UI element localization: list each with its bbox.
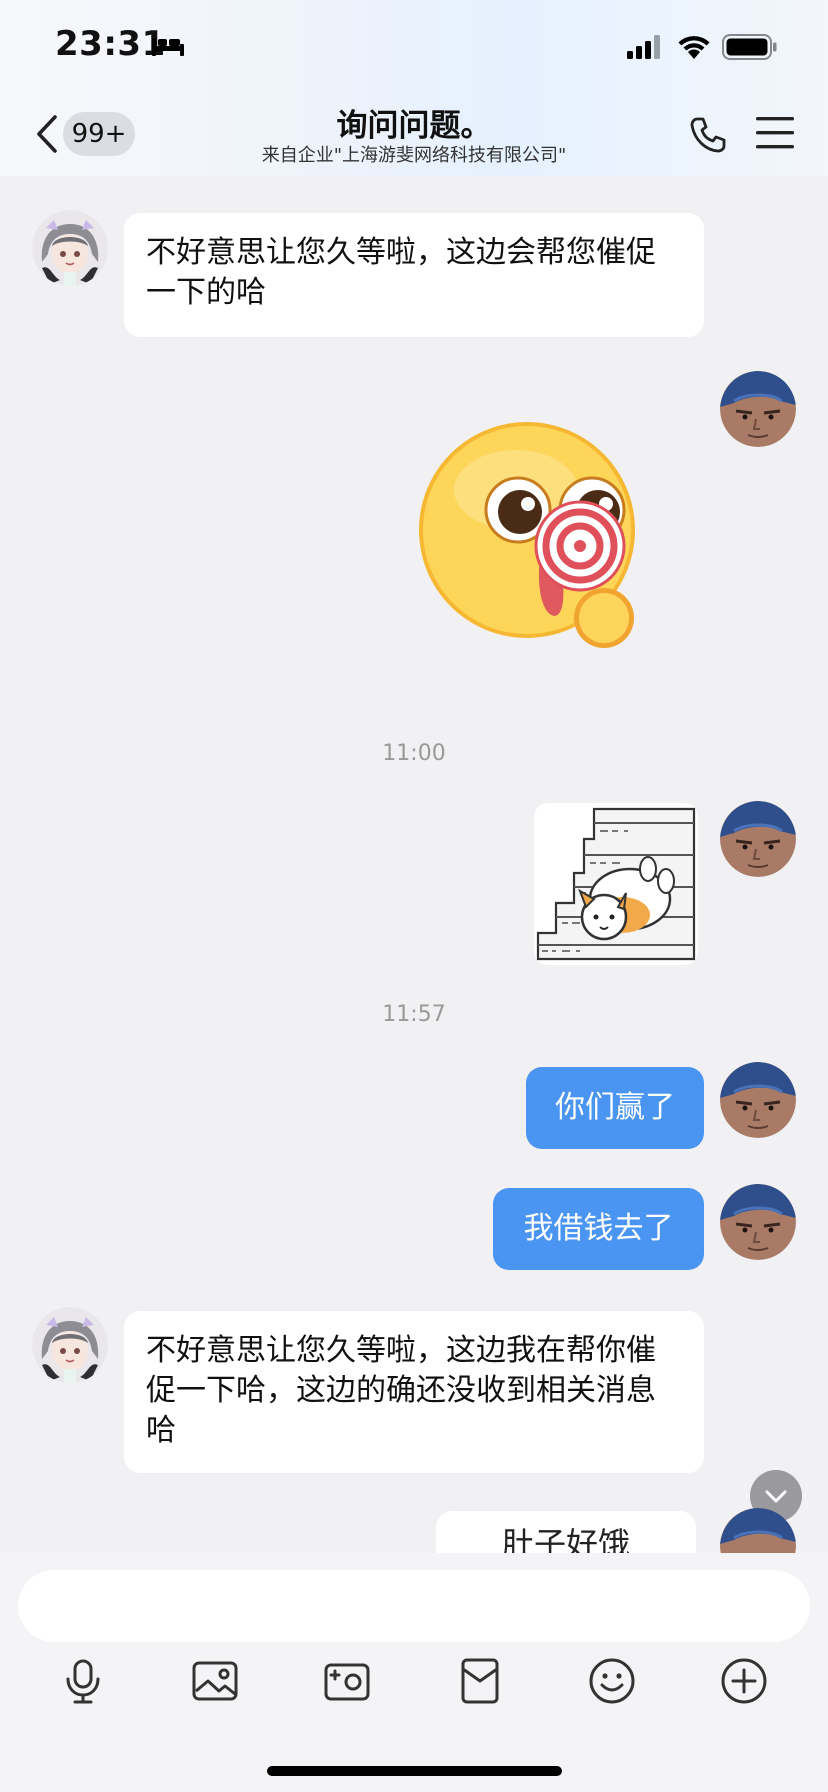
home-indicator[interactable] xyxy=(267,1766,562,1776)
timestamp: 11:57 xyxy=(382,1002,446,1027)
status-time: 23:31 xyxy=(55,24,166,64)
emoji-icon[interactable] xyxy=(586,1655,638,1707)
camera-icon[interactable] xyxy=(321,1655,373,1707)
chat-header: 23:31 99+ 询问问题。 来自企业"上海游斐网络科技有限公司" xyxy=(0,0,828,176)
red-packet-icon[interactable] xyxy=(454,1655,506,1707)
message-text: 不好意思让您久等啦，这边会帮您催促一下的哈 xyxy=(146,235,656,310)
menu-icon[interactable] xyxy=(756,116,794,150)
phone-icon[interactable] xyxy=(688,115,728,155)
message-input[interactable] xyxy=(18,1570,810,1642)
user-avatar[interactable] xyxy=(720,371,796,447)
message-text: 不好意思让您久等啦，这边我在帮你催促一下哈，这边的确还没收到相关消息哈 xyxy=(146,1333,656,1448)
user-avatar[interactable] xyxy=(720,1184,796,1260)
wifi-icon xyxy=(678,36,710,59)
message-bubble-left[interactable]: 不好意思让您久等啦，这边会帮您催促一下的哈 xyxy=(124,213,704,337)
chat-subtitle: 来自企业"上海游斐网络科技有限公司" xyxy=(261,145,567,166)
microphone-icon[interactable] xyxy=(57,1655,109,1707)
user-avatar[interactable] xyxy=(720,1062,796,1138)
chat-title: 询问问题。 xyxy=(336,108,492,144)
unread-badge[interactable]: 99+ xyxy=(63,112,135,156)
battery-icon xyxy=(722,34,777,60)
bed-icon xyxy=(152,38,184,56)
chevron-left-icon[interactable] xyxy=(34,112,60,156)
message-text: 我借钱去了 xyxy=(523,1211,674,1246)
plus-icon[interactable] xyxy=(718,1655,770,1707)
message-bubble-right[interactable]: 我借钱去了 xyxy=(493,1188,704,1270)
message-text: 你们赢了 xyxy=(555,1090,675,1125)
agent-avatar[interactable] xyxy=(32,210,108,286)
corgi-on-stairs-sticker[interactable] xyxy=(534,803,698,965)
message-bubble-right[interactable]: 你们赢了 xyxy=(526,1067,704,1149)
image-icon[interactable] xyxy=(189,1655,241,1707)
lollipop-emoji-sticker[interactable] xyxy=(414,418,640,654)
signal-icon xyxy=(627,35,660,59)
user-avatar[interactable] xyxy=(720,801,796,877)
agent-avatar[interactable] xyxy=(32,1307,108,1383)
message-bubble-left[interactable]: 不好意思让您久等啦，这边我在帮你催促一下哈，这边的确还没收到相关消息哈 xyxy=(124,1311,704,1473)
timestamp: 11:00 xyxy=(382,741,446,766)
